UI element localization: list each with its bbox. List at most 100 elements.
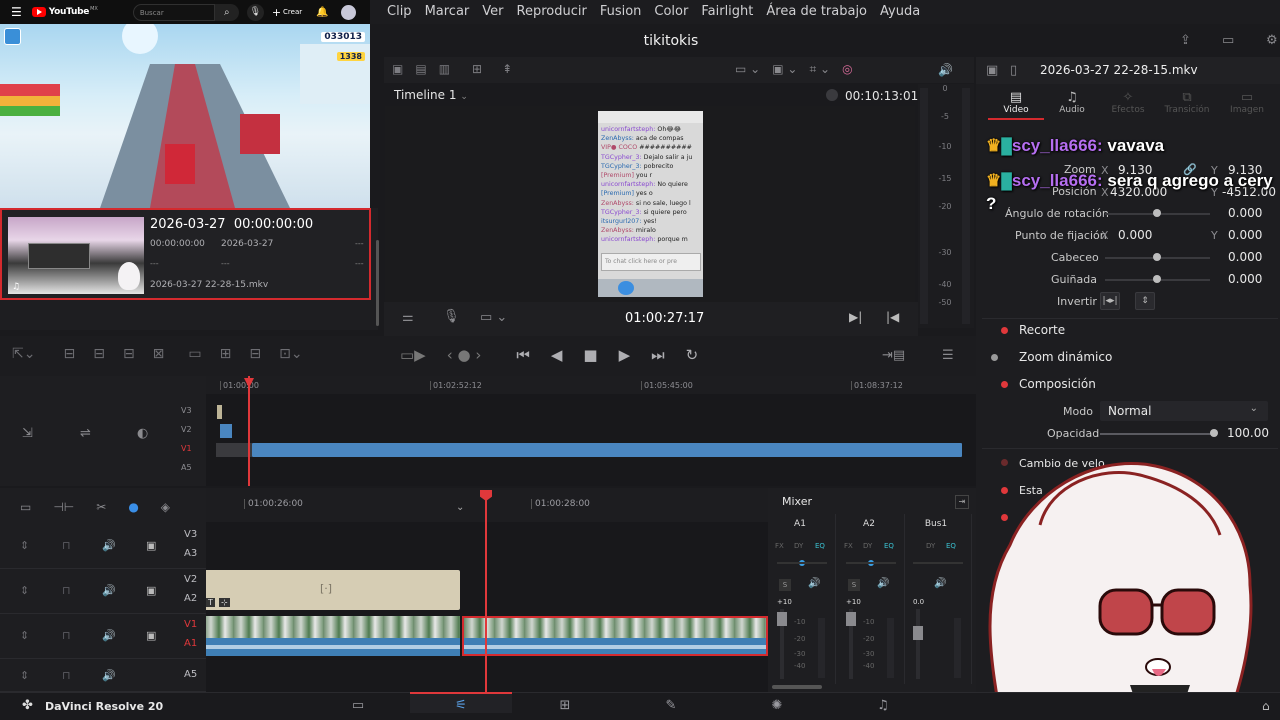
dy-button[interactable]: DY (926, 542, 935, 550)
fader-handle[interactable] (777, 612, 787, 626)
move-track-icon[interactable]: ⇕ (20, 629, 29, 642)
fullscreen-icon[interactable]: ▭ (1222, 33, 1234, 48)
link-clips-icon[interactable]: ⊣⊢ (53, 500, 74, 514)
opacity-slider[interactable] (1100, 433, 1214, 435)
opacity-knob[interactable] (1210, 429, 1218, 437)
search-icon[interactable]: ⌕ (214, 3, 239, 21)
settings-icon[interactable]: ⚙ (1266, 33, 1278, 48)
layout-icon[interactable]: ▥ (439, 62, 450, 76)
flip-horizontal-button[interactable]: |◂▸| (1100, 292, 1120, 310)
dynamic-zoom-enable-dot[interactable] (991, 354, 998, 361)
pitch-knob[interactable] (1153, 253, 1161, 261)
lock-icon[interactable]: ⊓ (62, 629, 71, 642)
razor-icon[interactable]: ✂ (96, 500, 106, 514)
track-tool-icon-2[interactable]: ⇌ (80, 427, 91, 440)
insert-icon[interactable]: ⊟ (63, 346, 75, 362)
mute-speaker-icon[interactable]: 🔊 (877, 578, 889, 589)
fx-button[interactable]: FX (775, 542, 784, 550)
replace-icon[interactable]: ⊟ (123, 346, 135, 362)
monitor-icon[interactable]: ▣ (146, 584, 156, 597)
section-crop[interactable]: Recorte (1019, 323, 1065, 337)
lock-icon[interactable]: ⊓ (62, 669, 71, 682)
move-track-icon[interactable]: ⇕ (20, 584, 29, 597)
monitor-icon[interactable]: ▣ (146, 539, 156, 552)
move-track-icon[interactable]: ⇕ (20, 669, 29, 682)
track-header[interactable]: ⇕ ⊓ 🔊 ▣ V2 A2 (0, 569, 206, 614)
fader-handle[interactable] (846, 612, 856, 626)
upper-v2-clip[interactable] (220, 424, 232, 438)
timeline-options-icon[interactable]: ⇥▤ (882, 349, 905, 362)
menu-item-fusion[interactable]: Fusion (600, 4, 642, 19)
pin-icon[interactable]: ⇞ (502, 62, 512, 76)
title-icon[interactable]: ⊡⌄ (279, 346, 302, 362)
section-dynamic-zoom[interactable]: Zoom dinámico (1019, 350, 1112, 364)
upper-v3-clip[interactable] (217, 405, 222, 419)
mute-speaker-icon[interactable]: 🔊 (934, 578, 946, 589)
stop-button[interactable]: ■ (583, 346, 597, 364)
flip-vertical-button[interactable]: ⇕ (1135, 292, 1155, 310)
flag-icon[interactable]: ● (128, 500, 138, 514)
crop-enable-dot[interactable] (1001, 327, 1008, 334)
move-track-icon[interactable]: ⇕ (20, 539, 29, 552)
fusion-page-icon[interactable]: ⊞ (512, 698, 618, 713)
media-pool-scrollbar[interactable] (376, 240, 379, 326)
menu-item-marcar[interactable]: Marcar (425, 4, 470, 19)
microphone-icon[interactable]: 🎙 (246, 3, 264, 21)
speaker-icon[interactable]: 🔊 (102, 629, 116, 642)
menu-icon[interactable]: ☰ (942, 349, 954, 362)
lock-icon[interactable]: ⊓ (62, 539, 71, 552)
dy-button[interactable]: DY (794, 542, 803, 550)
anchor-x-field[interactable]: 0.000 (1118, 228, 1152, 242)
yaw-knob[interactable] (1153, 275, 1161, 283)
speaker-icon[interactable]: 🔊 (102, 669, 116, 682)
media-item[interactable]: ♫ 2026-03-27 00:00:00:00 00:00:00:00 202… (0, 208, 371, 300)
monitor-icon[interactable]: ▣ (146, 629, 156, 642)
upper-playhead[interactable] (248, 376, 250, 486)
menu-item-fairlight[interactable]: Fairlight (701, 4, 753, 19)
eq-button[interactable]: EQ (884, 542, 894, 550)
mixer-scrollbar[interactable] (772, 685, 822, 689)
last-frame-icon[interactable]: |◀ (886, 310, 899, 324)
tab-audio[interactable]: ♫ Audio (1044, 90, 1100, 115)
chevron-down-icon[interactable]: ⌄ (456, 502, 464, 513)
timeline-name[interactable]: Timeline 1 ⌄ (394, 88, 468, 102)
marker-icon[interactable]: ◈ (161, 500, 170, 514)
snap-icon[interactable]: ▭ (20, 500, 31, 514)
select-tool-icon[interactable]: ⇱⌄ (12, 346, 35, 362)
game-video[interactable]: 033013 1338 (0, 24, 370, 208)
jog-icon[interactable]: ▭▶ (400, 346, 426, 364)
inspector-split-icon[interactable]: ▯ (1010, 64, 1017, 77)
lower-timeline[interactable]: 01:00:26:00 01:00:28:00 ⌄ [·] T ⊹ (203, 488, 768, 692)
chat-preview-input[interactable]: To chat click here or pre (601, 253, 701, 271)
voiceover-mic-icon[interactable]: 🎙 (443, 310, 460, 323)
track-header[interactable]: ⇕ ⊓ 🔊 ▣ V3 A3 (0, 524, 206, 569)
reverse-play-button[interactable]: ◀ (551, 346, 563, 364)
upper-v1-clip[interactable] (252, 443, 962, 457)
menu-item-clip[interactable]: Clip (387, 4, 412, 19)
sliders-icon[interactable]: ⚌ (402, 311, 414, 324)
transform-icon[interactable]: ⌗ ⌄ (809, 62, 830, 77)
tab-image[interactable]: ▭ Imagen (1218, 90, 1276, 115)
track-tool-icon-3[interactable]: ◐ (137, 427, 148, 440)
grid-icon[interactable]: ⊞ (472, 62, 482, 76)
color-wheel-icon[interactable]: ◎ (842, 62, 852, 77)
go-to-start-button[interactable]: ⏮ (516, 346, 530, 364)
tab-transition[interactable]: ⧉ Transición (1156, 90, 1218, 115)
section-composite[interactable]: Composición (1019, 377, 1096, 391)
mode-select[interactable]: Normal ⌄ (1100, 401, 1268, 421)
eq-button[interactable]: EQ (815, 542, 825, 550)
share-icon[interactable]: ⇪ (1180, 33, 1191, 48)
deliver-page-icon[interactable]: ♫ (830, 698, 936, 713)
home-icon[interactable]: ⌂ (1262, 699, 1270, 713)
speaker-icon[interactable]: 🔊 (102, 539, 116, 552)
menu-item-ver[interactable]: Ver (482, 4, 503, 19)
yaw-value[interactable]: 0.000 (1228, 272, 1262, 286)
aspect-icon[interactable]: ▭ ⌄ (735, 62, 760, 77)
fit-to-fill-icon[interactable]: ⊠ (153, 346, 165, 362)
bell-icon[interactable]: 🔔 (316, 7, 328, 18)
solo-button[interactable]: S (779, 579, 791, 591)
solo-button[interactable]: S (848, 579, 860, 591)
speaker-icon[interactable]: 🔊 (102, 584, 116, 597)
lower-playhead[interactable] (485, 494, 487, 692)
loop-button[interactable]: ↻ (686, 346, 699, 364)
